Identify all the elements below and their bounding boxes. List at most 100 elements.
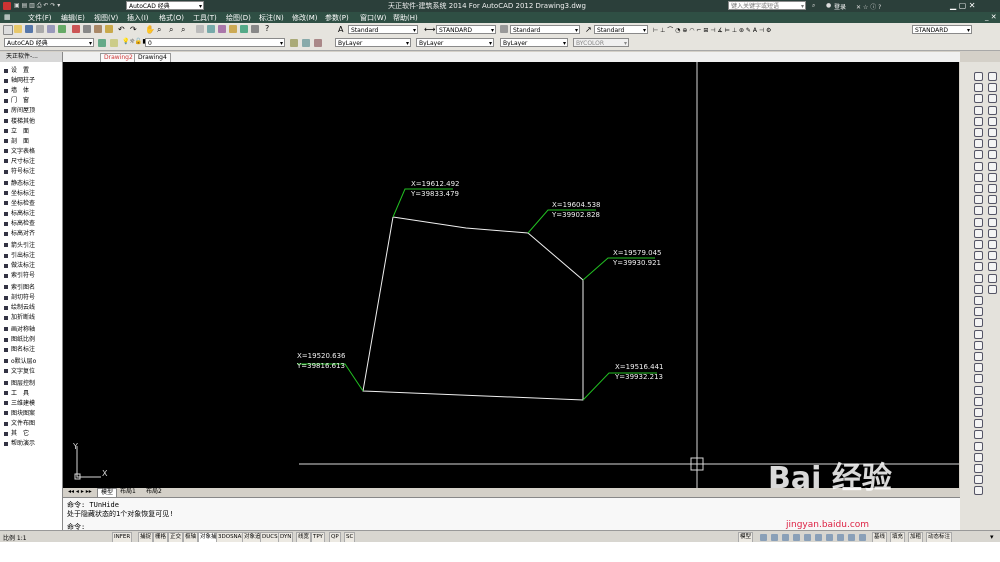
right-tool-icon[interactable]: [988, 128, 997, 137]
search-input[interactable]: 键入关键字或短语: [728, 1, 806, 10]
status-tray-icon[interactable]: [782, 534, 789, 541]
status-tray-icon[interactable]: [793, 534, 800, 541]
pan-icon[interactable]: ✋: [145, 25, 155, 34]
right-tool-icon[interactable]: [974, 161, 983, 171]
sheetset-icon[interactable]: [229, 25, 237, 33]
layer-previous-icon[interactable]: [302, 39, 310, 47]
right-tool-icon[interactable]: [988, 273, 997, 283]
status-tray-icon[interactable]: [826, 534, 833, 541]
right-tool-icon[interactable]: [988, 83, 997, 93]
palette-item[interactable]: 加折断线: [4, 314, 35, 321]
right-tool-icon[interactable]: [974, 419, 983, 429]
status-tray-icon[interactable]: [760, 534, 767, 541]
open-file-icon[interactable]: [14, 25, 22, 33]
properties-icon[interactable]: [196, 25, 204, 33]
menu-modify[interactable]: 修改(M): [292, 13, 318, 23]
layer-manager-icon[interactable]: [110, 39, 118, 47]
right-tool-icon[interactable]: [988, 228, 997, 238]
palette-item[interactable]: 其 它: [4, 430, 29, 437]
markup-icon[interactable]: [240, 25, 248, 33]
palette-item[interactable]: 箭头引注: [4, 242, 35, 249]
palette-item[interactable]: 尺寸标注: [4, 158, 35, 165]
palette-item[interactable]: 图名标注: [4, 346, 35, 353]
right-tool-icon[interactable]: [988, 139, 997, 149]
dim-style-combo[interactable]: STANDARD: [436, 25, 496, 34]
menu-draw[interactable]: 绘图(D): [226, 13, 251, 23]
right-tool-icon[interactable]: [988, 195, 997, 205]
status-tray-icon[interactable]: [848, 534, 855, 541]
palette-item[interactable]: 立 面: [4, 128, 29, 135]
redo-icon[interactable]: ↷: [130, 25, 137, 34]
right-tool-icon[interactable]: [974, 206, 983, 216]
palette-item[interactable]: 墙 体: [4, 87, 29, 94]
drawing-canvas[interactable]: X=19612.492 Y=39833.479 X=19604.538 Y=39…: [63, 62, 959, 488]
palette-item[interactable]: 符号标注: [4, 168, 35, 175]
palette-item[interactable]: 画对称轴: [4, 326, 35, 333]
right-tool-icon[interactable]: [974, 251, 983, 261]
palette-item[interactable]: 文件布图: [4, 420, 35, 427]
zoom-previous-icon[interactable]: ⌕: [181, 25, 185, 35]
right-tool-icon[interactable]: [988, 150, 997, 160]
palette-item[interactable]: 设 置: [4, 67, 29, 74]
annotation-scale-combo[interactable]: STANDARD: [912, 25, 972, 34]
palette-item[interactable]: 文字复位: [4, 368, 35, 375]
search-icon[interactable]: ⌕: [812, 2, 815, 10]
cut-icon[interactable]: [72, 25, 80, 33]
scale-status[interactable]: 比例 1:1: [3, 533, 27, 542]
right-tool-icon[interactable]: [974, 94, 983, 104]
copy-icon[interactable]: [83, 25, 91, 33]
app-logo-icon[interactable]: [3, 2, 11, 10]
right-tool-icon[interactable]: [988, 161, 997, 171]
palette-item[interactable]: 剖 面: [4, 138, 29, 145]
menu-edit[interactable]: 编辑(E): [61, 13, 85, 23]
right-tool-icon[interactable]: [974, 128, 983, 137]
right-tool-icon[interactable]: [974, 441, 983, 451]
plotstyle-combo[interactable]: BYCOLOR: [573, 38, 629, 47]
layout-nav-arrows[interactable]: ◂◂ ◂ ▸ ▸▸: [65, 488, 95, 496]
menu-format[interactable]: 格式(O): [159, 13, 184, 23]
palette-item[interactable]: 索引图名: [4, 284, 35, 291]
right-tool-icon[interactable]: [988, 105, 997, 115]
preview-icon[interactable]: [47, 25, 55, 33]
palette-item[interactable]: 工 具: [4, 390, 29, 397]
linetype-combo[interactable]: ByLayer: [416, 38, 494, 47]
print-icon[interactable]: [36, 25, 44, 33]
paste-icon[interactable]: [94, 25, 102, 33]
right-tool-icon[interactable]: [974, 240, 983, 249]
palette-item[interactable]: 帮助演示: [4, 440, 35, 447]
window-controls[interactable]: ▁ ▢ ✕: [950, 1, 976, 10]
right-tool-icon[interactable]: [988, 251, 997, 261]
publish-icon[interactable]: [58, 25, 66, 33]
tab-layout2[interactable]: 布局2: [143, 488, 165, 496]
palette-item[interactable]: 图层控制: [4, 380, 35, 387]
quick-access-icons[interactable]: ▣ ▤ ▥ ⎙ ↶ ↷ ▾: [14, 2, 60, 10]
color-combo[interactable]: ByLayer: [335, 38, 411, 47]
right-tool-icon[interactable]: [974, 150, 983, 160]
help-icons[interactable]: ✕ ☆ ⓘ ?: [856, 2, 881, 11]
right-tool-icon[interactable]: [974, 430, 983, 440]
palette-title[interactable]: 天正软件-...: [0, 52, 62, 62]
undo-icon[interactable]: ↶: [118, 25, 125, 34]
right-tool-icon[interactable]: [974, 363, 983, 373]
right-tool-icon[interactable]: [974, 408, 983, 417]
mleader-style-combo[interactable]: Standard: [594, 25, 648, 34]
right-tool-icon[interactable]: [974, 273, 983, 283]
palette-item[interactable]: 图纸比例: [4, 336, 35, 343]
menu-view[interactable]: 视图(V): [94, 13, 118, 23]
right-tool-icon[interactable]: [974, 116, 983, 126]
right-tool-icon[interactable]: [974, 262, 983, 272]
lineweight-combo[interactable]: ByLayer: [500, 38, 568, 47]
right-tool-icon[interactable]: [974, 296, 983, 305]
design-center-icon[interactable]: [207, 25, 215, 33]
match-prop-icon[interactable]: [105, 25, 113, 33]
right-tool-icon[interactable]: [974, 172, 983, 182]
calculator-icon[interactable]: [251, 25, 259, 33]
palette-item[interactable]: 绘制云线: [4, 304, 35, 311]
palette-item[interactable]: 房间屋顶: [4, 107, 35, 114]
statusbar-menu-icon[interactable]: ▾: [990, 533, 994, 541]
zoom-realtime-icon[interactable]: ⌕: [157, 25, 161, 35]
tab-layout1[interactable]: 布局1: [117, 488, 139, 496]
status-tray-icon[interactable]: [815, 534, 822, 541]
right-tool-icon[interactable]: [974, 184, 983, 193]
right-tool-icon[interactable]: [974, 475, 983, 485]
